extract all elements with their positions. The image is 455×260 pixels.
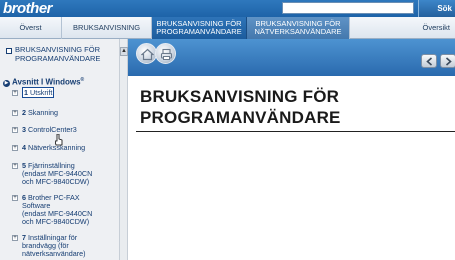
chevron-left-icon bbox=[426, 57, 433, 66]
expand-icon[interactable]: + bbox=[12, 145, 18, 151]
expand-icon[interactable]: + bbox=[12, 235, 18, 241]
search-button[interactable]: Sök bbox=[418, 0, 455, 17]
next-page-button[interactable] bbox=[440, 54, 455, 68]
square-bullet-icon bbox=[6, 48, 12, 54]
chevron-right-icon: ▶ bbox=[3, 79, 10, 87]
hand-cursor-icon bbox=[55, 134, 63, 146]
tab-overview[interactable]: Översikt bbox=[350, 17, 455, 39]
home-button[interactable] bbox=[136, 43, 157, 64]
sidebar-item-network-scanning[interactable]: + 4 Nätverksskanning bbox=[12, 144, 118, 152]
tab-home[interactable]: Överst bbox=[0, 17, 62, 39]
scroll-up-icon[interactable]: ▲ bbox=[120, 47, 128, 56]
sidebar-root-link[interactable]: BRUKSANVISNING FÖR PROGRAMANVÄNDARE bbox=[6, 45, 118, 63]
home-icon bbox=[141, 48, 154, 61]
sidebar-item-firewall[interactable]: + 7 Inställningar för brandvägg (för nät… bbox=[12, 234, 118, 258]
page-title: BRUKSANVISNING FÖR PROGRAMANVÄNDARE bbox=[140, 87, 341, 127]
print-icon bbox=[160, 48, 173, 60]
sidebar-item-controlcenter[interactable]: + 3 ControlCenter3 bbox=[12, 126, 118, 134]
print-button[interactable] bbox=[155, 43, 176, 64]
expand-icon[interactable]: + bbox=[12, 127, 18, 133]
sidebar-chapter-windows[interactable]: ▶ Avsnitt I Windows® bbox=[3, 75, 118, 88]
sidebar-scrollbar[interactable]: ▲ bbox=[119, 39, 128, 260]
sidebar-item-pc-fax[interactable]: + 6 Brother PC-FAX Software (endast MFC-… bbox=[12, 194, 118, 226]
nav-tabs: Överst BRUKSANVISNING BRUKSANVISNING FÖR… bbox=[0, 17, 455, 39]
tab-software-guide[interactable]: BRUKSANVISNING FÖR PROGRAMANVÄNDARE bbox=[152, 17, 247, 39]
tab-network-guide[interactable]: BRUKSANVISNING FÖR NÄTVERKSANVÄNDARE bbox=[247, 17, 350, 39]
sidebar-item-scanning[interactable]: + 2 Skanning bbox=[12, 109, 118, 117]
expand-icon[interactable]: + bbox=[12, 195, 18, 201]
toolbar bbox=[128, 39, 455, 76]
header-bar: brother Sök bbox=[0, 0, 455, 17]
tab-user-guide[interactable]: BRUKSANVISNING bbox=[62, 17, 152, 39]
expand-icon[interactable]: + bbox=[12, 163, 18, 169]
previous-page-button[interactable] bbox=[421, 54, 437, 68]
sidebar-item-printing[interactable]: + 1 Utskrift bbox=[12, 87, 118, 98]
brother-logo[interactable]: brother bbox=[3, 0, 53, 17]
expand-icon[interactable]: + bbox=[12, 90, 18, 96]
expand-icon[interactable]: + bbox=[12, 110, 18, 116]
main-content: BRUKSANVISNING FÖR PROGRAMANVÄNDARE bbox=[128, 39, 455, 260]
sidebar: BRUKSANVISNING FÖR PROGRAMANVÄNDARE ▶ Avs… bbox=[0, 39, 119, 260]
search-input[interactable] bbox=[282, 2, 414, 14]
sidebar-item-remote-setup[interactable]: + 5 Fjärrinställning (endast MFC-9440CN … bbox=[12, 162, 118, 186]
title-divider bbox=[136, 131, 455, 132]
chevron-right-icon bbox=[445, 57, 452, 66]
